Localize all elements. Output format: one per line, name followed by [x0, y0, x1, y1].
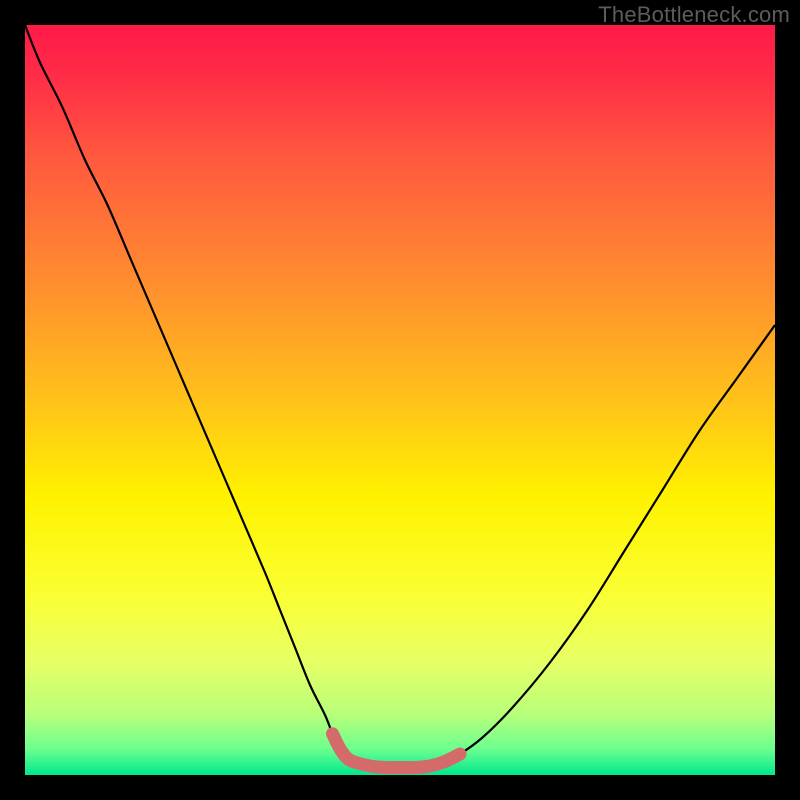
bottleneck-chart — [25, 25, 775, 775]
watermark-text: TheBottleneck.com — [598, 2, 790, 28]
plot-area — [25, 25, 775, 775]
chart-frame: TheBottleneck.com — [0, 0, 800, 800]
gradient-background — [25, 25, 775, 775]
